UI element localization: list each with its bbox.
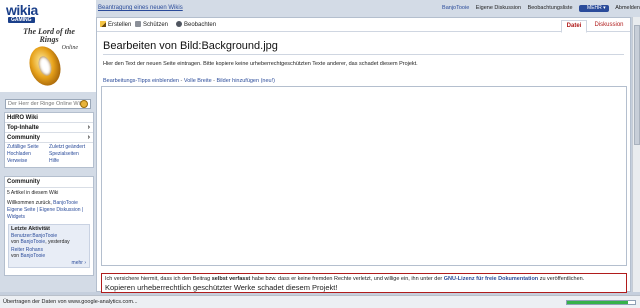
license-bold: selbst verfasst xyxy=(211,276,251,282)
license-notice: Ich versichere hiermit, dass ich den Bei… xyxy=(101,273,627,293)
logo-area: wikia GAMING The Lord of the Rings Onlin… xyxy=(0,0,96,92)
edit-textarea[interactable] xyxy=(101,86,627,266)
edit-tips-bar: Bearbeitungs-Tipps einblenden - Volle Br… xyxy=(103,78,275,84)
nav-item-label: HdRO Wiki xyxy=(7,115,38,121)
wikia-logo[interactable]: wikia xyxy=(6,3,38,17)
activity-entry: Reiter Rohans von BanjoTooie xyxy=(9,247,89,259)
add-images-link[interactable]: Bilder hinzufügen (neu!) xyxy=(217,78,275,84)
progress-fill xyxy=(567,301,629,304)
chevron-right-icon: › xyxy=(87,134,90,141)
create-label: Erstellen xyxy=(108,22,132,28)
more-label: MEHR xyxy=(587,5,602,11)
full-width-link[interactable]: Volle Breite xyxy=(184,78,212,84)
content-area: Erstellen Schützen Beobachten Datei Disk… xyxy=(96,17,631,293)
site-logo-title: The Lord of the Rings xyxy=(23,27,75,44)
scrollbar-thumb[interactable] xyxy=(634,25,640,145)
license-text: habe bzw. dass er keine fremden Rechte v… xyxy=(250,276,444,282)
link-upload[interactable]: Hochladen xyxy=(7,151,49,158)
recent-activity-box: Letzte Aktivität Benutzer:BanjoTooie von… xyxy=(8,224,90,268)
gnu-license-link[interactable]: GNU-Lizenz für freie Dokumentation xyxy=(444,276,538,282)
activity-time: , yesterday xyxy=(45,239,70,245)
activity-by: von xyxy=(11,253,20,259)
license-line: Ich versichere hiermit, dass ich den Bei… xyxy=(105,276,623,282)
nav-item-hdro-wiki[interactable]: HdRO Wiki xyxy=(5,113,93,123)
navigation-panel: HdRO Wiki Top-Inhalte › Community › Zufäll… xyxy=(4,112,94,168)
link-special-pages[interactable]: Spezialseiten xyxy=(49,151,93,158)
user-links: BanjoTooie Eigene Diskussion Beobachtung… xyxy=(437,5,640,12)
lock-icon xyxy=(135,21,141,27)
watch-label: Beobachten xyxy=(184,22,217,28)
recent-activity-title: Letzte Aktivität xyxy=(11,226,50,232)
search-button[interactable] xyxy=(80,100,88,108)
nav-item-top-inhalte[interactable]: Top-Inhalte › xyxy=(5,123,93,133)
chevron-right-icon: › xyxy=(87,124,90,131)
top-bar: Beantragung eines neuen Wikis BanjoTooie… xyxy=(96,0,640,17)
user-name-link[interactable]: BanjoTooie xyxy=(442,5,469,11)
edit-intro-text: Hier den Text der neuen Seite eintragen.… xyxy=(103,61,418,67)
sidebar: wikia GAMING The Lord of the Rings Onlin… xyxy=(0,0,96,292)
protect-action[interactable]: Schützen xyxy=(135,21,168,28)
browser-status-bar: Übertragen der Daten von www.google-anal… xyxy=(0,295,640,308)
username-link[interactable]: BanjoTooie xyxy=(53,200,78,206)
copyright-warning: Kopieren urheberrechtlich geschützter We… xyxy=(105,283,338,292)
own-page-links[interactable]: Eigene Seite | Eigene Diskussion | xyxy=(5,207,93,214)
search-input[interactable] xyxy=(5,99,91,109)
more-menu-button[interactable]: MEHR ▾ xyxy=(579,5,609,12)
activity-more-link[interactable]: mehr › xyxy=(72,260,86,266)
create-action[interactable]: Erstellen xyxy=(100,21,131,28)
community-title: Community xyxy=(5,177,93,188)
tab-discussion[interactable]: Diskussion xyxy=(589,20,629,32)
license-text: zu veröffentlichen. xyxy=(538,276,585,282)
status-text: Übertragen der Daten von www.google-anal… xyxy=(3,299,138,305)
my-discussion-link[interactable]: Eigene Diskussion xyxy=(476,5,521,11)
activity-user-link[interactable]: BanjoTooie xyxy=(20,239,45,245)
page-actions-bar: Erstellen Schützen Beobachten Datei Disk… xyxy=(97,18,630,33)
community-panel: Community 5 Artikel in diesem Wiki Willk… xyxy=(4,176,94,276)
loading-progress-bar xyxy=(566,300,636,305)
show-edit-tips-link[interactable]: Bearbeitungs-Tipps einblenden xyxy=(103,78,179,84)
tab-file[interactable]: Datei xyxy=(561,20,587,33)
link-whatlinkshere[interactable]: Verweise xyxy=(7,158,49,165)
link-recent-changes[interactable]: Zuletzt geändert xyxy=(49,144,93,151)
watch-action[interactable]: Beobachten xyxy=(176,21,216,28)
article-count: 5 Artikel in diesem Wiki xyxy=(7,190,59,196)
nav-item-label: Top-Inhalte xyxy=(7,125,39,131)
welcome-line: Willkommen zurück, BanjoTooie xyxy=(5,200,93,207)
request-new-wiki-link[interactable]: Beantragung eines neuen Wikis xyxy=(98,5,183,11)
link-random-page[interactable]: Zufällige Seite xyxy=(7,144,49,151)
page-title: Bearbeiten von Bild:Background.jpg xyxy=(103,40,278,52)
title-divider xyxy=(103,54,624,55)
widgets-link[interactable]: Widgets xyxy=(5,214,93,221)
logout-link[interactable]: Abmelden xyxy=(615,5,640,11)
activity-user-link[interactable]: BanjoTooie xyxy=(20,253,45,259)
activity-entry: Benutzer:BanjoTooie von BanjoTooie, yest… xyxy=(9,233,89,245)
wikia-gaming-badge: GAMING xyxy=(8,17,35,23)
pencil-icon xyxy=(100,21,106,27)
nav-item-label: Community xyxy=(7,135,40,141)
license-text: Ich versichere hiermit, dass ich den Bei… xyxy=(105,276,212,282)
welcome-text: Willkommen zurück, xyxy=(7,200,52,206)
nav-item-community[interactable]: Community › xyxy=(5,133,93,143)
vertical-scrollbar[interactable] xyxy=(632,17,640,292)
protect-label: Schützen xyxy=(143,22,169,28)
link-help[interactable]: Hilfe xyxy=(49,158,93,165)
binoculars-icon xyxy=(176,21,182,27)
activity-by: von xyxy=(11,239,20,245)
watchlist-link[interactable]: Beobachtungsliste xyxy=(528,5,573,11)
nav-quick-links: Zufällige Seite Zuletzt geändert Hochlad… xyxy=(5,143,93,166)
